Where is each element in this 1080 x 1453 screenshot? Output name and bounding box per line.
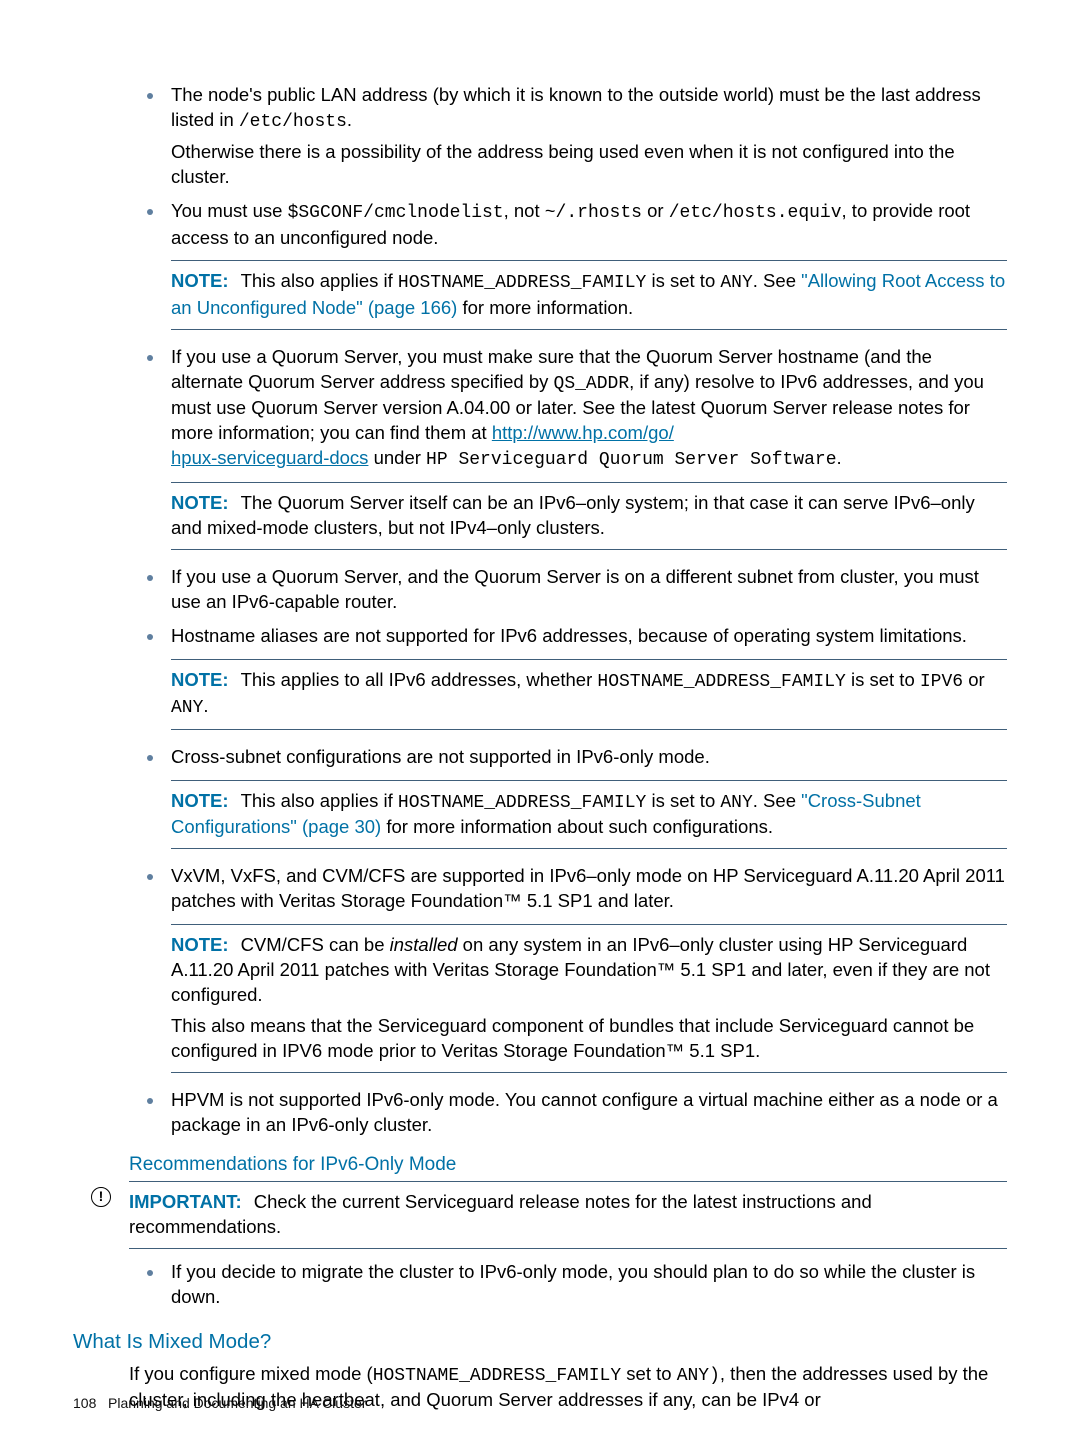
note-box: NOTE: This also applies if HOSTNAME_ADDRE… <box>171 260 1007 329</box>
body-text: . <box>837 447 842 468</box>
list-item: If you use a Quorum Server, you must mak… <box>165 344 1007 550</box>
body-text: Cross-subnet configurations are not supp… <box>171 746 710 767</box>
note-label: NOTE: <box>171 270 229 291</box>
code-text: $SGCONF/cmclnodelist <box>288 203 504 223</box>
code-text: ~/.rhosts <box>545 203 642 223</box>
bullet-list: If you decide to migrate the cluster to … <box>129 1259 1007 1310</box>
note-text: for more information about such configur… <box>381 816 773 837</box>
footer-title: Planning and Documenting an HA Cluster <box>108 1395 366 1411</box>
code-text: HP Serviceguard Quorum Server Software <box>426 450 836 470</box>
code-text: HOSTNAME_ADDRESS_FAMILY <box>398 793 646 813</box>
code-text: /etc/hosts.equiv <box>669 203 842 223</box>
note-box: NOTE:The Quorum Server itself can be an … <box>171 482 1007 550</box>
body-text: . <box>347 109 352 130</box>
note-label: NOTE: <box>171 669 229 690</box>
bullet-list: The node's public LAN address (by which … <box>129 82 1007 1138</box>
subsection-heading: Recommendations for IPv6-Only Mode <box>129 1152 1007 1178</box>
section-heading: What Is Mixed Mode? <box>73 1328 1007 1356</box>
code-text: IPV6 <box>920 672 963 692</box>
note-text: or <box>963 669 985 690</box>
body-text: If you decide to migrate the cluster to … <box>171 1261 975 1307</box>
important-label: IMPORTANT: <box>129 1191 242 1212</box>
body-text: Hostname aliases are not supported for I… <box>171 625 967 646</box>
note-text: . See <box>753 790 801 811</box>
note-box: NOTE: This applies to all IPv6 addresses,… <box>171 659 1007 730</box>
page-footer: 108 Planning and Documenting an HA Clust… <box>73 1394 366 1413</box>
code-text: /etc/hosts <box>239 112 347 132</box>
list-item: You must use $SGCONF/cmclnodelist, not ~… <box>165 198 1007 330</box>
hyperlink[interactable]: hpux-serviceguard-docs <box>171 447 368 468</box>
note-box: NOTE: This also applies if HOSTNAME_ADDRE… <box>171 780 1007 849</box>
note-label: NOTE: <box>171 790 229 811</box>
note-text: . <box>203 695 208 716</box>
code-text: QS_ADDR <box>554 374 630 394</box>
list-item: HPVM is not supported IPv6-only mode. Yo… <box>165 1087 1007 1138</box>
note-text: CVM/CFS can be <box>241 934 390 955</box>
page-number: 108 <box>73 1395 96 1411</box>
hyperlink[interactable]: http://www.hp.com/go/ <box>492 422 674 443</box>
body-text: set to <box>621 1363 677 1384</box>
note-label: NOTE: <box>171 934 229 955</box>
body-text: under <box>368 447 426 468</box>
code-text: HOSTNAME_ADDRESS_FAMILY <box>597 672 845 692</box>
note-text: This also means that the Serviceguard co… <box>171 1014 1007 1064</box>
note-label: NOTE: <box>171 492 229 513</box>
code-text: ANY <box>171 698 203 718</box>
note-text: The Quorum Server itself can be an IPv6–… <box>171 492 975 538</box>
main-content: The node's public LAN address (by which … <box>129 82 1007 1177</box>
code-text: ANY <box>720 793 752 813</box>
note-box: NOTE:CVM/CFS can be installed on any sys… <box>171 924 1007 1073</box>
note-text: is set to <box>646 270 720 291</box>
code-text: HOSTNAME_ADDRESS_FAMILY <box>398 273 646 293</box>
list-item: Cross-subnet configurations are not supp… <box>165 744 1007 849</box>
note-text: is set to <box>846 669 920 690</box>
list-item: The node's public LAN address (by which … <box>165 82 1007 190</box>
important-row: ! IMPORTANT:Check the current Servicegua… <box>73 1181 1007 1249</box>
body-text: HPVM is not supported IPv6-only mode. Yo… <box>171 1089 998 1135</box>
note-text: . See <box>753 270 801 291</box>
body-text: If you configure mixed mode ( <box>129 1363 373 1384</box>
emphasis-text: installed <box>390 934 458 955</box>
note-text: is set to <box>646 790 720 811</box>
note-text: for more information. <box>457 297 633 318</box>
list-item: Hostname aliases are not supported for I… <box>165 623 1007 730</box>
note-text: This applies to all IPv6 addresses, whet… <box>241 669 598 690</box>
code-text: HOSTNAME_ADDRESS_FAMILY <box>373 1366 621 1386</box>
list-item: If you decide to migrate the cluster to … <box>165 1259 1007 1310</box>
note-text: This also applies if <box>241 790 398 811</box>
body-text: or <box>642 200 669 221</box>
body-text: , not <box>504 200 545 221</box>
code-text: ANY <box>720 273 752 293</box>
body-text: You must use <box>171 200 288 221</box>
list-item: VxVM, VxFS, and CVM/CFS are supported in… <box>165 863 1007 1073</box>
note-text: This also applies if <box>241 270 398 291</box>
content-block: If you decide to migrate the cluster to … <box>129 1259 1007 1310</box>
body-text: If you use a Quorum Server, and the Quor… <box>171 566 979 612</box>
code-text: ANY) <box>677 1366 720 1386</box>
body-text: Otherwise there is a possibility of the … <box>171 140 1007 190</box>
important-icon: ! <box>73 1181 129 1207</box>
important-box: IMPORTANT:Check the current Serviceguard… <box>129 1181 1007 1249</box>
body-text: VxVM, VxFS, and CVM/CFS are supported in… <box>171 865 1005 911</box>
list-item: If you use a Quorum Server, and the Quor… <box>165 564 1007 615</box>
